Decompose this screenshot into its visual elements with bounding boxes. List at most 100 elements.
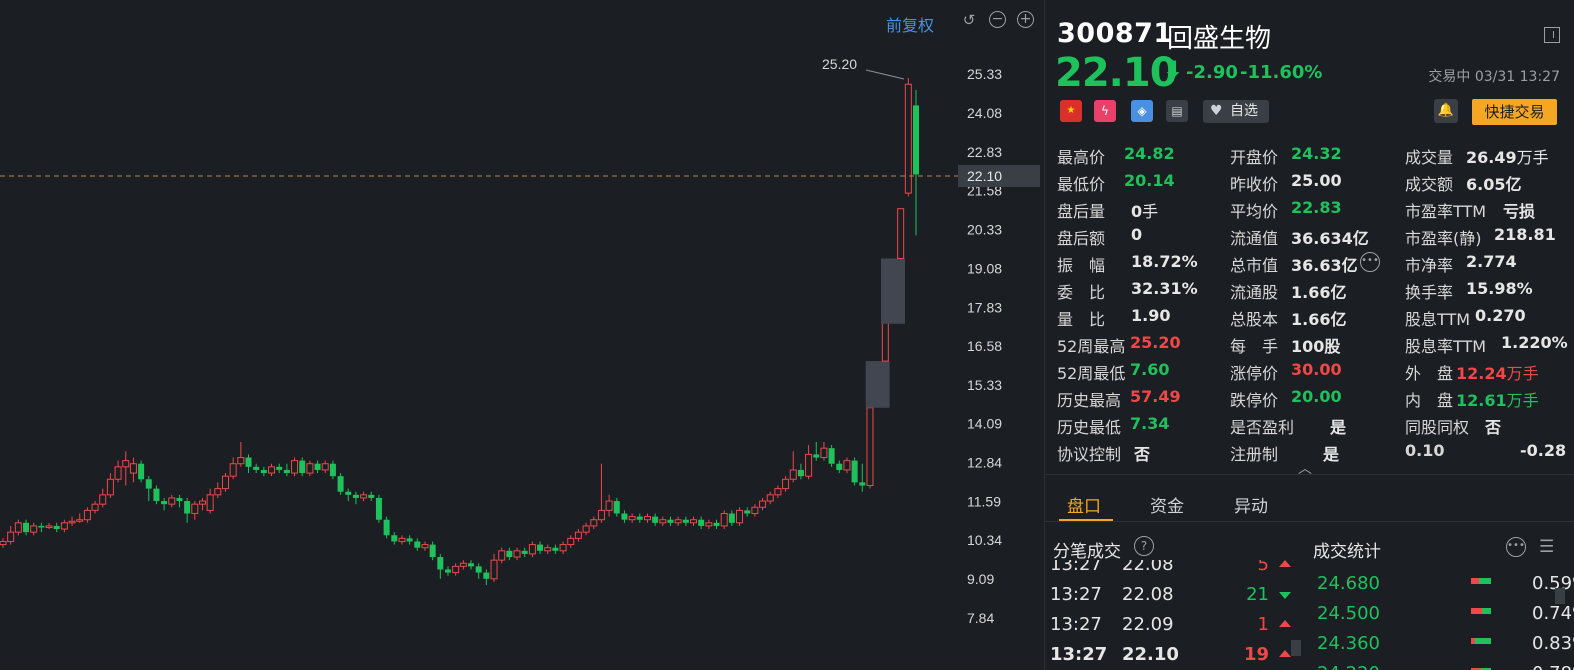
candle xyxy=(643,513,651,523)
candle-body xyxy=(813,454,820,458)
candle-body xyxy=(636,516,643,520)
stat-label: 每 手 xyxy=(1230,337,1279,356)
sell-volume-bar xyxy=(1475,638,1491,644)
candle xyxy=(813,441,820,461)
volume-stat-price: 24.360 xyxy=(1317,633,1380,654)
tab-orderbook[interactable]: 盘口 xyxy=(1067,492,1101,517)
candle-body xyxy=(145,479,152,489)
candle-body xyxy=(690,519,698,524)
stat-value: 0手 xyxy=(1131,198,1158,222)
candle-body xyxy=(68,520,76,524)
stat-value: 22.83 xyxy=(1291,198,1342,217)
stat-value-number: 是 xyxy=(1323,445,1340,464)
candle xyxy=(782,476,790,492)
candle xyxy=(30,522,38,536)
candle-body xyxy=(153,488,160,502)
fast-trade-button[interactable]: 快捷交易 xyxy=(1472,99,1557,125)
add-favorite-button[interactable]: ♥ 自选 xyxy=(1203,100,1269,123)
candle-body xyxy=(314,463,321,470)
stat-value-number: 7.60 xyxy=(1130,360,1170,379)
volume-stats-title: 成交统计 xyxy=(1313,542,1381,562)
zoom-out-icon[interactable]: − xyxy=(989,11,1006,28)
candle-body xyxy=(904,83,912,194)
stat-label: 市净率 xyxy=(1405,256,1454,275)
tag-icon[interactable]: ◈ xyxy=(1131,100,1153,122)
stat-value: 否 xyxy=(1134,441,1150,465)
candle xyxy=(299,457,306,477)
candle xyxy=(68,516,76,526)
candle-body xyxy=(836,463,843,470)
heart-icon: ♥ xyxy=(1210,103,1223,119)
candle-body xyxy=(352,494,359,498)
stats-scrollbar[interactable] xyxy=(1555,588,1565,604)
candle xyxy=(698,516,705,530)
kline-chart-panel[interactable]: 25.33 24.08 22.83 21.58 20.33 19.08 17.83 16.58… xyxy=(0,0,1044,670)
candle xyxy=(597,463,605,523)
list-icon[interactable]: ☰ xyxy=(1539,537,1554,557)
layout-toggle-icon[interactable] xyxy=(1544,27,1560,43)
candle xyxy=(368,491,375,502)
candle-body xyxy=(406,538,413,542)
candle-body xyxy=(736,509,744,524)
more-options-icon[interactable]: ••• xyxy=(1506,537,1526,557)
candle-body xyxy=(245,457,252,467)
candle-body xyxy=(667,519,674,523)
candle-body xyxy=(567,537,575,546)
stat-value: 18.72% xyxy=(1131,252,1198,271)
candle-body xyxy=(866,407,874,486)
stat-value-number: 6.05亿 xyxy=(1466,175,1522,194)
stat-label: 流通值 xyxy=(1230,229,1279,248)
volume-stats-list[interactable]: 24.680 0.59% 24.500 0.74% 24.360 0.83% 24.220 0… xyxy=(1045,560,1574,670)
stat-value: 1.90 xyxy=(1131,306,1170,325)
candle xyxy=(506,547,513,561)
bell-icon[interactable]: 🔔 xyxy=(1434,99,1458,123)
candle-body xyxy=(276,466,283,470)
stock-name: 回盛生物 xyxy=(1167,24,1272,54)
candle-body xyxy=(843,460,851,471)
help-icon[interactable]: ? xyxy=(1134,536,1154,556)
favorite-label: 自选 xyxy=(1230,103,1258,119)
flash-icon[interactable]: ϟ xyxy=(1094,100,1116,122)
volume-stat-pct: 0.83% xyxy=(1532,633,1574,654)
candle xyxy=(83,507,91,523)
stat-value-number: 0.270 xyxy=(1475,306,1526,325)
stock-code: 300871 xyxy=(1057,18,1173,49)
note-icon[interactable]: ▤ xyxy=(1166,100,1188,122)
reset-icon[interactable]: ↺ xyxy=(960,11,978,29)
kline-chart[interactable]: 25.3324.0822.8321.5820.3319.0817.8316.58… xyxy=(0,0,1044,670)
candle xyxy=(605,494,613,517)
adjust-mode-button[interactable]: 前复权 xyxy=(886,12,934,36)
stat-value: 7.60 xyxy=(1130,360,1169,379)
candle xyxy=(468,560,475,570)
stat-value: -0.28 xyxy=(1520,441,1566,460)
stat-value: 亏损 xyxy=(1503,198,1535,222)
candle-body xyxy=(76,519,84,522)
candle-body xyxy=(23,522,30,533)
y-tick-label: 16.58 xyxy=(967,338,1002,354)
tab-capital[interactable]: 资金 xyxy=(1150,492,1184,517)
stat-label: 委 比 xyxy=(1057,283,1106,302)
zoom-in-icon[interactable]: + xyxy=(1017,11,1034,28)
candle-body xyxy=(590,519,598,527)
candle xyxy=(621,510,628,523)
candle xyxy=(513,547,521,561)
more-icon[interactable]: ••• xyxy=(1360,252,1380,272)
candle xyxy=(161,497,168,511)
candle xyxy=(0,538,7,548)
candle-body xyxy=(537,544,544,551)
stat-label: 52周最高 xyxy=(1057,337,1126,356)
china-flag-icon: ★ xyxy=(1060,100,1082,122)
tab-abnormal[interactable]: 异动 xyxy=(1234,492,1268,517)
candle xyxy=(652,513,659,526)
candle xyxy=(674,516,682,526)
candle xyxy=(880,258,905,324)
candle xyxy=(429,541,436,561)
candle xyxy=(391,532,398,545)
candle-body xyxy=(659,519,667,524)
stat-value-number: 25.00 xyxy=(1291,171,1342,190)
y-tick-label: 19.08 xyxy=(967,260,1002,276)
candle xyxy=(574,529,582,542)
candle-body xyxy=(368,494,375,498)
candle xyxy=(138,460,145,483)
candle-body xyxy=(321,463,329,471)
